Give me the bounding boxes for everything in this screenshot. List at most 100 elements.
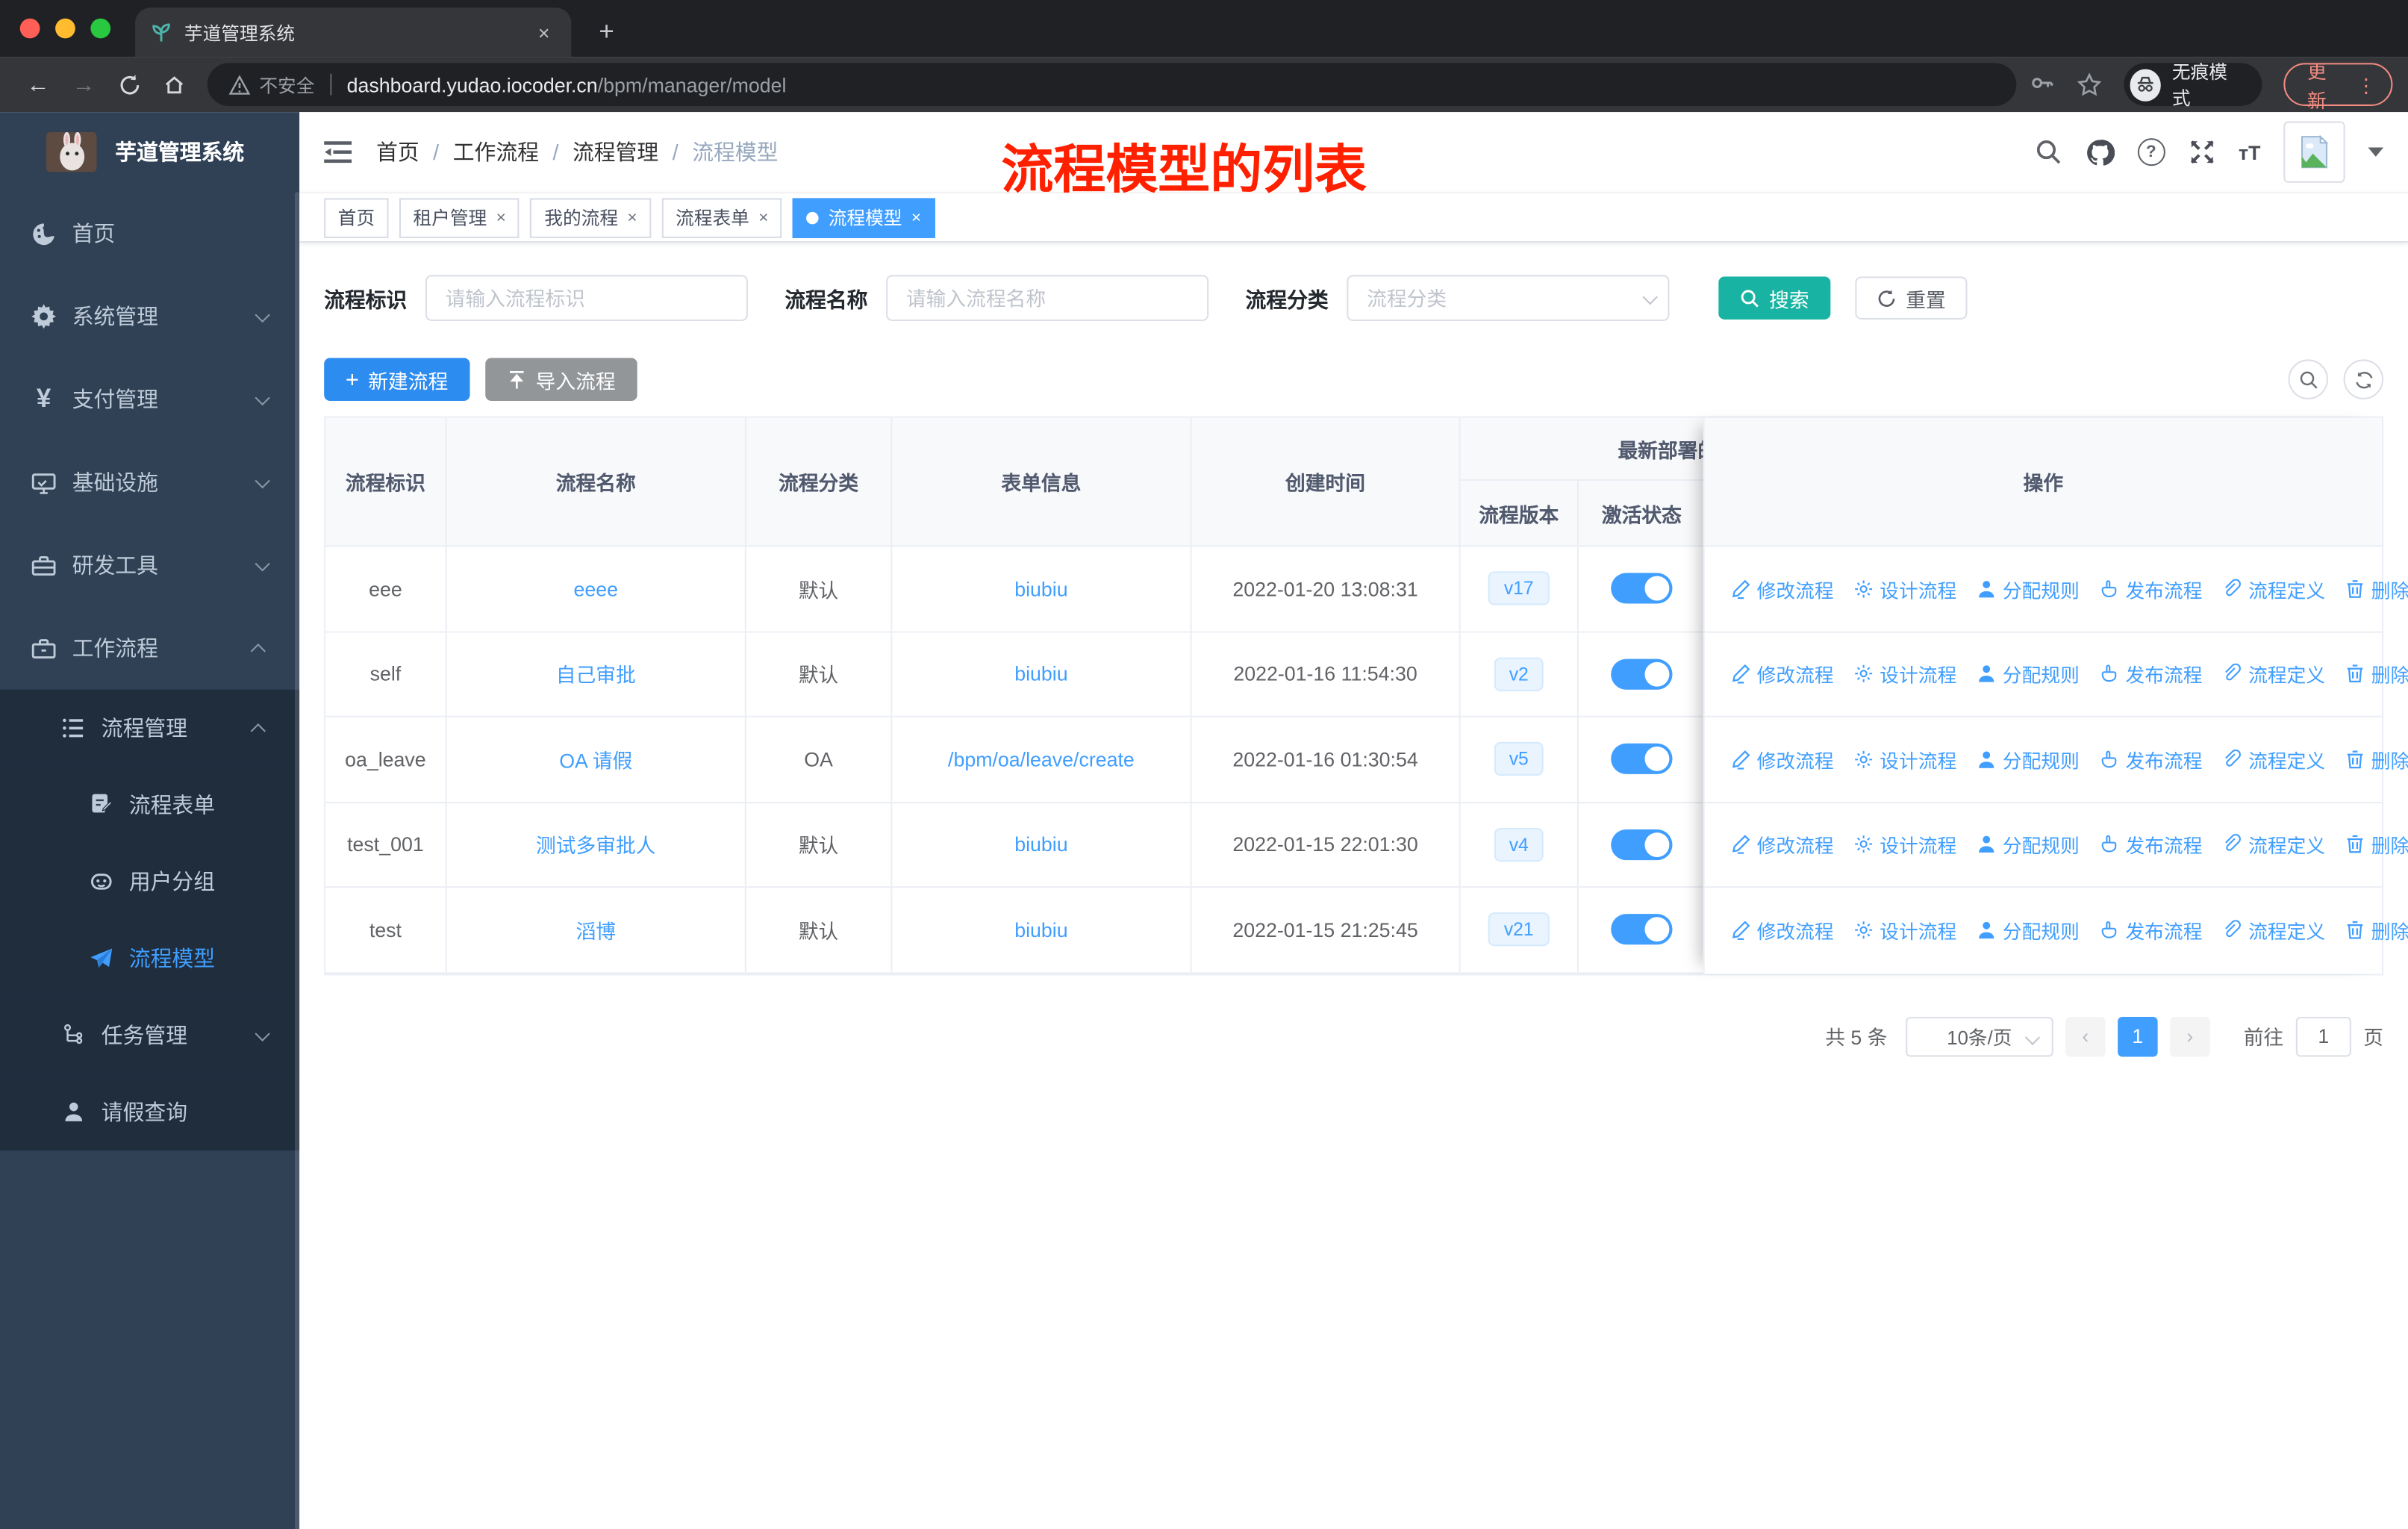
delete-process-link[interactable]: 删除 xyxy=(2345,659,2408,688)
current-page-button[interactable]: 1 xyxy=(2118,1015,2158,1056)
tag-tenant[interactable]: 租户管理 × xyxy=(399,197,520,237)
design-process-link[interactable]: 设计流程 xyxy=(1853,659,1956,688)
sidebar-item-devtools[interactable]: 研发工具 xyxy=(0,524,299,607)
tag-my-process[interactable]: 我的流程 × xyxy=(530,197,652,237)
process-definition-link[interactable]: 流程定义 xyxy=(2222,830,2325,859)
sidebar-item-process-form[interactable]: 流程表单 xyxy=(0,766,300,844)
update-button[interactable]: 更新 ⋮ xyxy=(2284,61,2393,112)
sidebar-item-user-group[interactable]: 用户分组 xyxy=(0,843,300,921)
bookmark-star-icon[interactable] xyxy=(2076,72,2102,98)
avatar[interactable] xyxy=(2283,121,2345,183)
edit-process-link[interactable]: 修改流程 xyxy=(1731,830,1834,859)
active-toggle[interactable] xyxy=(1611,744,1673,775)
window-controls[interactable] xyxy=(19,18,111,39)
github-icon[interactable] xyxy=(2085,137,2115,166)
maximize-window-button[interactable] xyxy=(90,18,111,39)
process-category-select[interactable] xyxy=(1347,275,1670,321)
edit-process-link[interactable]: 修改流程 xyxy=(1731,916,1834,945)
sidebar-item-system[interactable]: 系统管理 xyxy=(0,275,299,358)
tag-process-model[interactable]: 流程模型 × xyxy=(793,197,935,237)
tag-close-icon[interactable]: × xyxy=(496,208,506,227)
form-info-link[interactable]: biubiu xyxy=(1014,662,1067,685)
tag-home[interactable]: 首页 xyxy=(324,197,389,237)
header-search-icon[interactable] xyxy=(2034,138,2062,166)
design-process-link[interactable]: 设计流程 xyxy=(1853,916,1956,945)
avatar-caret-icon[interactable] xyxy=(2368,147,2384,157)
assign-rule-link[interactable]: 分配规则 xyxy=(1977,574,2080,603)
publish-process-link[interactable]: 发布流程 xyxy=(2100,916,2202,945)
form-info-link[interactable]: biubiu xyxy=(1014,833,1067,856)
assign-rule-link[interactable]: 分配规则 xyxy=(1977,744,2080,773)
page-size-select[interactable]: 10条/页 xyxy=(1906,1015,2053,1056)
import-process-button[interactable]: 导入流程 xyxy=(484,358,637,401)
process-name-input[interactable] xyxy=(886,275,1209,321)
sidebar-logo[interactable]: 芋道管理系统 xyxy=(0,112,299,192)
table-search-toggle-icon[interactable] xyxy=(2288,359,2329,399)
reload-icon[interactable] xyxy=(107,73,152,96)
assign-rule-link[interactable]: 分配规则 xyxy=(1977,916,2080,945)
next-page-button[interactable]: › xyxy=(2170,1015,2210,1056)
publish-process-link[interactable]: 发布流程 xyxy=(2100,830,2202,859)
tag-close-icon[interactable]: × xyxy=(627,208,637,227)
process-id-input[interactable] xyxy=(425,275,748,321)
help-icon[interactable]: ? xyxy=(2137,138,2165,166)
sidebar-item-workflow[interactable]: 工作流程 xyxy=(0,607,299,690)
tag-close-icon[interactable]: × xyxy=(911,208,921,227)
process-definition-link[interactable]: 流程定义 xyxy=(2222,574,2325,603)
breadcrumb-process-management[interactable]: 流程管理 xyxy=(573,137,658,167)
forward-icon[interactable]: → xyxy=(61,72,107,98)
edit-process-link[interactable]: 修改流程 xyxy=(1731,659,1834,688)
active-toggle[interactable] xyxy=(1611,914,1673,945)
version-badge[interactable]: v2 xyxy=(1494,657,1544,691)
sidebar-item-process-model[interactable]: 流程模型 xyxy=(0,920,300,997)
sidebar-item-process-management[interactable]: 流程管理 xyxy=(0,689,300,767)
minimize-window-button[interactable] xyxy=(55,18,75,39)
process-definition-link[interactable]: 流程定义 xyxy=(2222,744,2325,773)
breadcrumb-home[interactable]: 首页 xyxy=(376,137,419,167)
version-badge[interactable]: v4 xyxy=(1494,827,1544,862)
design-process-link[interactable]: 设计流程 xyxy=(1853,574,1956,603)
delete-process-link[interactable]: 删除 xyxy=(2345,830,2408,859)
delete-process-link[interactable]: 删除 xyxy=(2345,744,2408,773)
browser-menu-kebab-icon[interactable]: ⋮ xyxy=(2356,73,2376,96)
design-process-link[interactable]: 设计流程 xyxy=(1853,744,1956,773)
table-refresh-icon[interactable] xyxy=(2343,359,2384,399)
new-tab-button[interactable]: + xyxy=(599,17,614,48)
process-definition-link[interactable]: 流程定义 xyxy=(2222,916,2325,945)
edit-process-link[interactable]: 修改流程 xyxy=(1731,744,1834,773)
reset-button[interactable]: 重置 xyxy=(1855,276,1968,320)
fullscreen-icon[interactable] xyxy=(2188,138,2215,166)
version-badge[interactable]: v5 xyxy=(1494,742,1544,776)
process-name-link[interactable]: eeee xyxy=(574,577,619,600)
form-info-link[interactable]: biubiu xyxy=(1014,918,1067,941)
sidebar-item-task-management[interactable]: 任务管理 xyxy=(0,997,300,1074)
back-icon[interactable]: ← xyxy=(16,72,61,98)
search-button[interactable]: 搜索 xyxy=(1718,276,1831,320)
sidebar-item-home[interactable]: 首页 xyxy=(0,192,299,275)
edit-process-link[interactable]: 修改流程 xyxy=(1731,574,1834,603)
goto-page-input[interactable] xyxy=(2295,1015,2351,1056)
delete-process-link[interactable]: 删除 xyxy=(2345,574,2408,603)
delete-process-link[interactable]: 删除 xyxy=(2345,916,2408,945)
publish-process-link[interactable]: 发布流程 xyxy=(2100,744,2202,773)
tag-close-icon[interactable]: × xyxy=(758,208,768,227)
form-info-link[interactable]: biubiu xyxy=(1014,577,1067,600)
publish-process-link[interactable]: 发布流程 xyxy=(2100,659,2202,688)
sidebar-item-leave-query[interactable]: 请假查询 xyxy=(0,1074,300,1150)
process-name-link[interactable]: 滔博 xyxy=(576,915,616,944)
active-toggle[interactable] xyxy=(1611,829,1673,860)
process-name-link[interactable]: 测试多审批人 xyxy=(536,830,656,859)
font-size-icon[interactable]: тT xyxy=(2239,140,2260,164)
close-window-button[interactable] xyxy=(19,18,40,39)
prev-page-button[interactable]: ‹ xyxy=(2065,1015,2106,1056)
tag-process-form[interactable]: 流程表单 × xyxy=(661,197,782,237)
process-name-link[interactable]: OA 请假 xyxy=(559,744,632,773)
active-toggle[interactable] xyxy=(1611,658,1673,690)
security-label[interactable]: 不安全 xyxy=(259,72,314,98)
version-badge[interactable]: v17 xyxy=(1488,571,1550,606)
assign-rule-link[interactable]: 分配规则 xyxy=(1977,659,2080,688)
process-definition-link[interactable]: 流程定义 xyxy=(2222,659,2325,688)
version-badge[interactable]: v21 xyxy=(1488,912,1550,947)
hamburger-icon[interactable] xyxy=(324,140,352,164)
new-process-button[interactable]: + 新建流程 xyxy=(324,358,470,401)
